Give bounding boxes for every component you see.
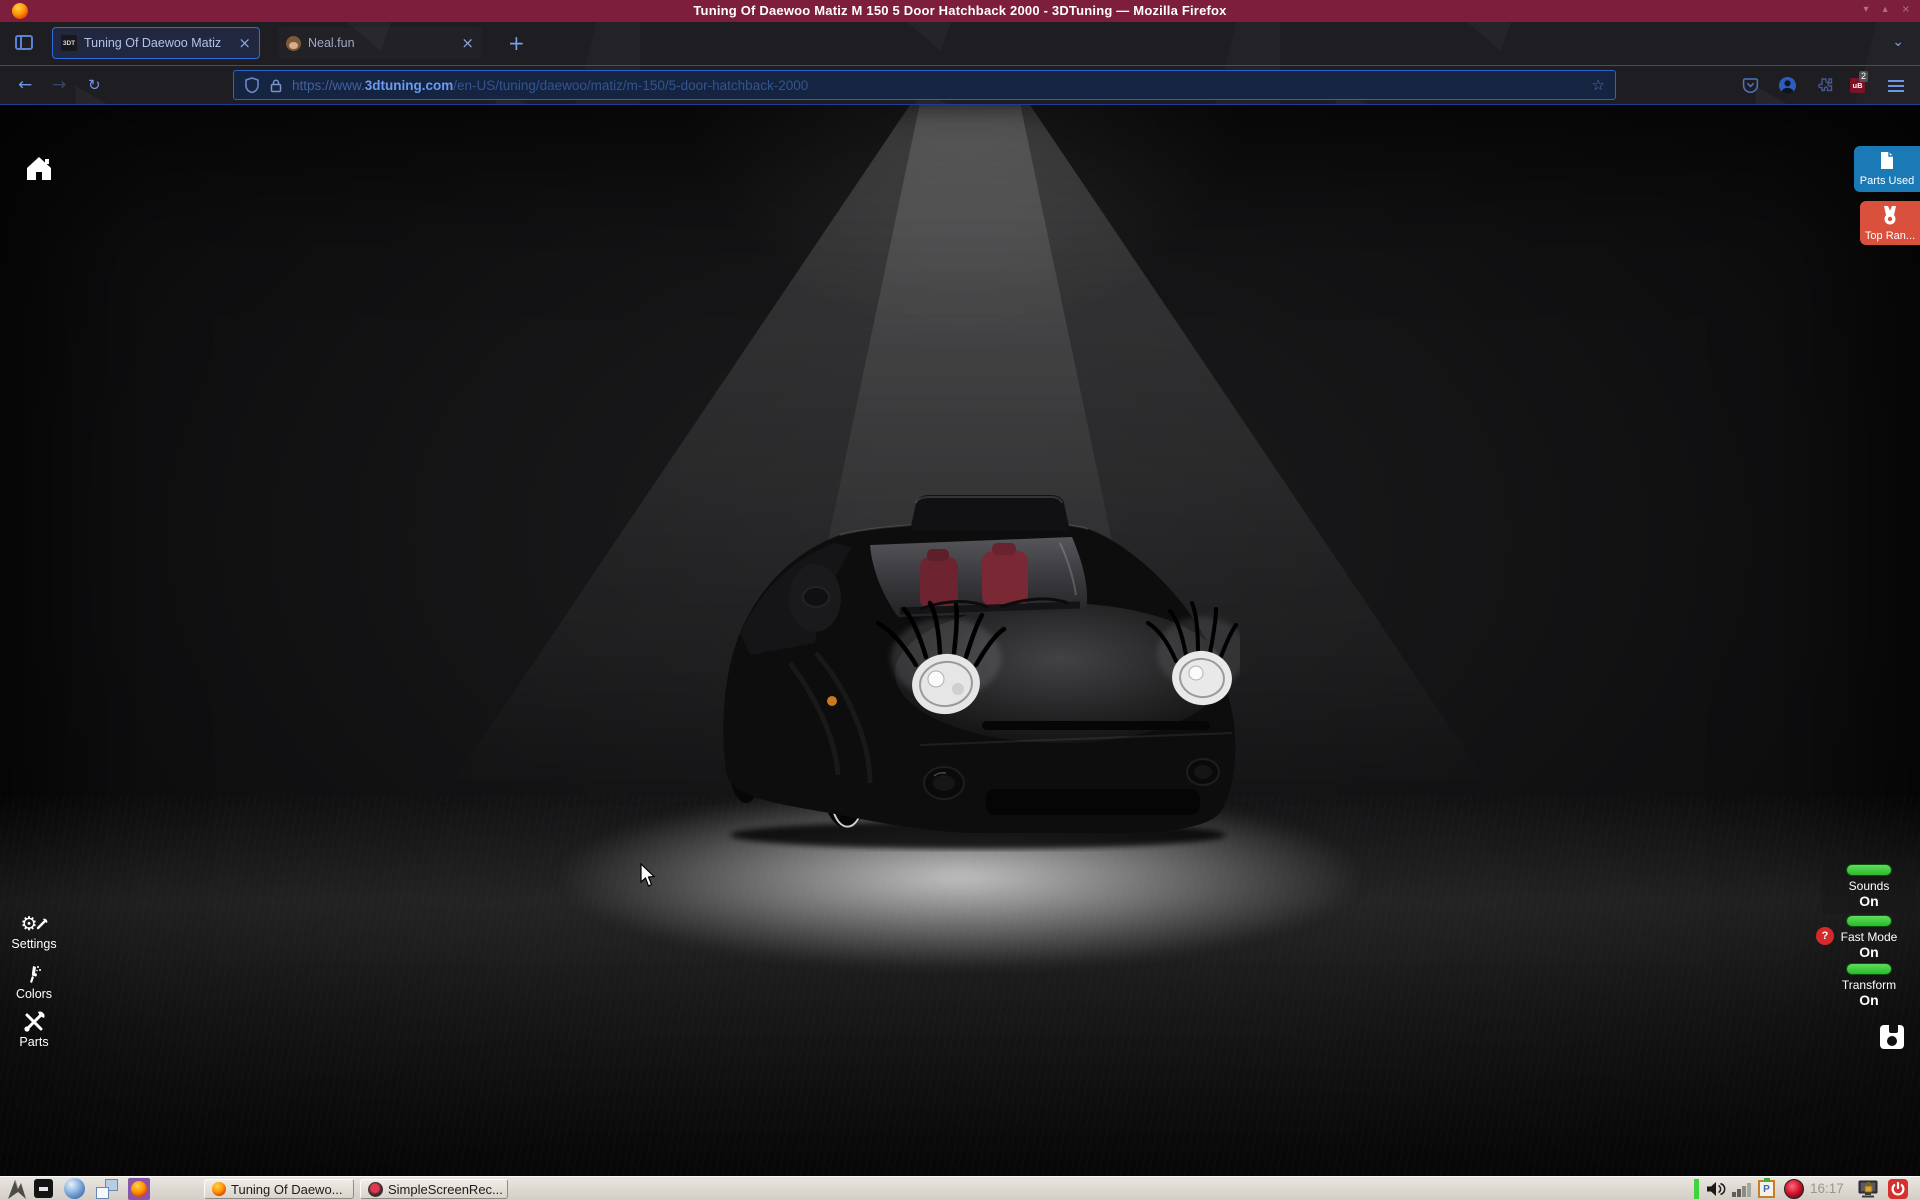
list-all-tabs-icon[interactable]: ⌄ <box>1892 34 1904 50</box>
maximize-button[interactable]: ▴ <box>1883 4 1888 15</box>
pocket-icon[interactable] <box>1742 77 1759 94</box>
top-rank-label: Top Ran... <box>1860 230 1920 242</box>
tab-nealfun[interactable]: Neal.fun × <box>278 27 482 59</box>
close-button[interactable]: × <box>1902 4 1910 15</box>
tray-status-bar <box>1694 1179 1699 1199</box>
parts-used-button[interactable]: Parts Used <box>1854 146 1920 192</box>
save-button[interactable] <box>1880 1025 1904 1049</box>
sidebar-item-settings[interactable]: ⚙ Settings <box>2 913 66 951</box>
power-button-icon[interactable] <box>1888 1179 1908 1199</box>
browser-chrome: 3DT Tuning Of Daewoo Matiz × Neal.fun × … <box>0 22 1920 105</box>
system-taskbar: Tuning Of Daewo... SimpleScreenRec... P … <box>0 1176 1920 1200</box>
bookmark-star-icon[interactable]: ☆ <box>1592 76 1605 94</box>
tracking-shield-icon[interactable] <box>244 77 260 94</box>
ublock-label: uB <box>1853 81 1863 90</box>
tab-close-icon[interactable]: × <box>238 36 251 51</box>
extensions-puzzle-icon[interactable] <box>1816 77 1833 94</box>
browser-launcher-icon[interactable] <box>64 1178 85 1199</box>
transform-state: On <box>1822 992 1916 1008</box>
clipboard-manager-icon[interactable]: P <box>1758 1180 1775 1198</box>
toggle-on-icon[interactable] <box>1846 915 1892 927</box>
parts-label: Parts <box>2 1035 66 1049</box>
fog-light-right <box>1187 759 1219 785</box>
reload-button[interactable]: ↻ <box>88 76 101 94</box>
network-signal-icon[interactable] <box>1732 1181 1754 1197</box>
url-text[interactable]: https://www.3dtuning.com/en-US/tuning/da… <box>292 78 1583 93</box>
task-label: Tuning Of Daewo... <box>231 1182 343 1197</box>
side-indicator <box>827 696 837 706</box>
wrench-icon <box>36 918 48 930</box>
save-icon <box>1889 1025 1898 1033</box>
nealfun-favicon-icon <box>286 36 301 51</box>
new-tab-button[interactable]: + <box>508 31 525 55</box>
tab-3dtuning[interactable]: 3DT Tuning Of Daewoo Matiz × <box>52 27 260 59</box>
forward-button: → <box>52 75 66 95</box>
url-bar[interactable]: https://www.3dtuning.com/en-US/tuning/da… <box>233 70 1616 100</box>
show-desktop-icon[interactable] <box>96 1179 118 1199</box>
side-mirror <box>803 587 829 607</box>
help-button[interactable]: ? <box>1816 927 1834 945</box>
back-button[interactable]: ← <box>18 75 32 95</box>
mouse-cursor <box>640 863 658 894</box>
window-manager-menu-icon[interactable] <box>6 1178 30 1200</box>
lock-screen-icon[interactable] <box>1858 1179 1878 1199</box>
menu-hamburger-icon[interactable] <box>1888 80 1904 92</box>
transform-label: Transform <box>1822 978 1916 992</box>
terminal-launcher-icon[interactable] <box>34 1179 53 1198</box>
settings-label: Settings <box>2 937 66 951</box>
ublock-badge: 2 <box>1859 71 1868 82</box>
sounds-label: Sounds <box>1822 879 1916 893</box>
firefox-launcher-icon[interactable] <box>128 1178 150 1200</box>
car-render[interactable] <box>720 483 1240 855</box>
volume-icon[interactable] <box>1706 1181 1726 1197</box>
toggle-on-icon[interactable] <box>1846 864 1892 876</box>
screen-recorder-task-icon <box>368 1182 383 1197</box>
tab-bar: 3DT Tuning Of Daewoo Matiz × Neal.fun × … <box>0 22 1920 65</box>
tuning-3d-viewport[interactable]: Parts Used Top Ran... ⚙ Settings <box>0 105 1920 1176</box>
url-path: /en-US/tuning/daewoo/matiz/m-150/5-door-… <box>453 78 808 93</box>
taskbar-task-firefox[interactable]: Tuning Of Daewo... <box>204 1179 354 1199</box>
tab-title: Neal.fun <box>308 36 454 50</box>
toggle-on-icon[interactable] <box>1846 963 1892 975</box>
navigation-toolbar: ← → ↻ https://www.3dtuning.com/en-US/tun… <box>0 65 1920 105</box>
fast-mode-state: On <box>1822 944 1916 960</box>
account-icon[interactable] <box>1778 76 1797 95</box>
sounds-toggle[interactable]: Sounds On <box>1822 859 1916 913</box>
ublock-origin-icon[interactable]: uB 2 <box>1850 78 1865 93</box>
fast-mode-label: Fast Mode <box>1822 930 1916 944</box>
firefox-view-icon[interactable] <box>15 35 33 50</box>
3dtuning-favicon: 3DT <box>61 35 77 51</box>
home-button[interactable] <box>24 153 58 185</box>
url-prefix: https://www. <box>292 78 365 93</box>
save-icon-hole <box>1887 1036 1897 1046</box>
parts-used-label: Parts Used <box>1854 175 1920 187</box>
tab-title: Tuning Of Daewoo Matiz <box>84 36 231 50</box>
medal-icon <box>1880 206 1900 225</box>
fog-light-left <box>924 767 964 799</box>
sounds-state: On <box>1822 893 1916 909</box>
home-icon <box>24 153 54 183</box>
sidebar-item-parts[interactable]: Parts <box>2 1011 66 1049</box>
tools-icon <box>23 1011 45 1033</box>
sidebar-item-colors[interactable]: Colors <box>2 963 66 1001</box>
tab-close-icon[interactable]: × <box>461 36 474 51</box>
window-titlebar: Tuning Of Daewoo Matiz M 150 5 Door Hatc… <box>0 0 1920 22</box>
firefox-task-icon <box>212 1182 226 1196</box>
taskbar-task-screenrecorder[interactable]: SimpleScreenRec... <box>360 1179 508 1199</box>
minimize-button[interactable]: ▾ <box>1864 4 1869 15</box>
document-icon <box>1878 151 1896 170</box>
url-domain: 3dtuning.com <box>365 78 454 93</box>
lock-icon[interactable] <box>269 78 283 93</box>
window-title: Tuning Of Daewoo Matiz M 150 5 Door Hatc… <box>0 3 1920 18</box>
screen-recorder-tray-icon[interactable] <box>1784 1179 1804 1199</box>
taskbar-clock: 16:17 <box>1810 1181 1844 1196</box>
spray-gun-icon <box>24 964 44 984</box>
fast-mode-toggle[interactable]: Fast Mode On <box>1822 915 1916 960</box>
top-rank-button[interactable]: Top Ran... <box>1860 201 1920 245</box>
task-label: SimpleScreenRec... <box>388 1182 503 1197</box>
transform-toggle[interactable]: Transform On <box>1822 963 1916 1008</box>
colors-label: Colors <box>2 987 66 1001</box>
